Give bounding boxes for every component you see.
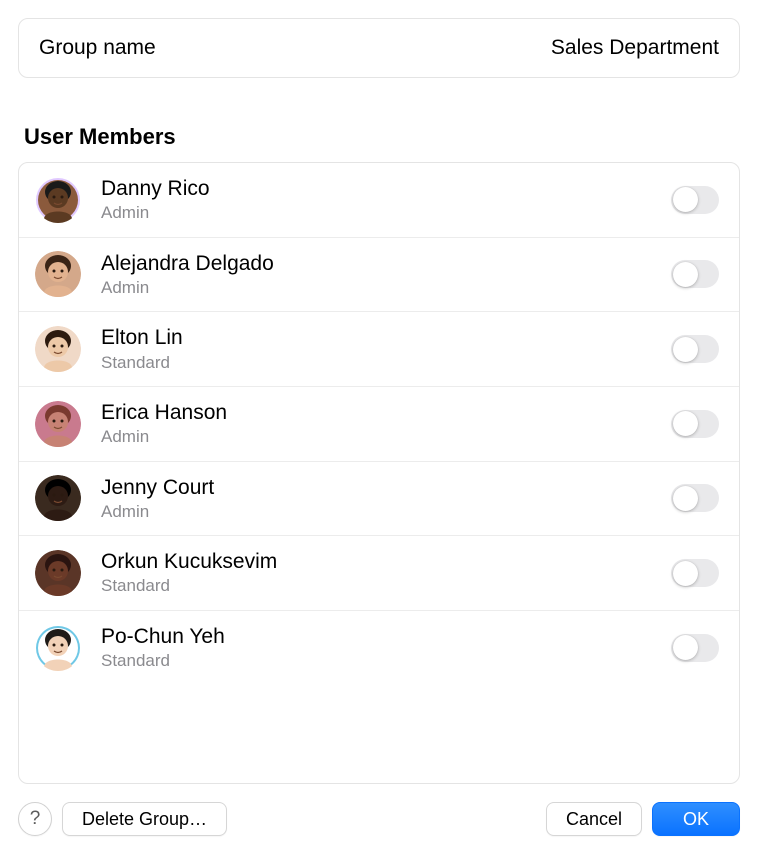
- group-name-value: Sales Department: [551, 36, 719, 60]
- member-info: Alejandra DelgadoAdmin: [101, 251, 671, 299]
- user-members-list: Danny RicoAdmin Alejandra DelgadoAdmin E…: [18, 162, 740, 784]
- member-toggle[interactable]: [671, 335, 719, 363]
- avatar: [35, 177, 81, 223]
- member-row: Danny RicoAdmin: [19, 163, 739, 238]
- member-row: Jenny CourtAdmin: [19, 462, 739, 537]
- member-name: Jenny Court: [101, 475, 671, 501]
- member-toggle[interactable]: [671, 634, 719, 662]
- dialog-footer: ? Delete Group… Cancel OK: [18, 784, 740, 836]
- member-role: Standard: [101, 651, 671, 671]
- member-name: Po-Chun Yeh: [101, 624, 671, 650]
- member-toggle[interactable]: [671, 410, 719, 438]
- member-info: Erica HansonAdmin: [101, 400, 671, 448]
- member-role: Admin: [101, 427, 671, 447]
- member-row: Orkun KucuksevimStandard: [19, 536, 739, 611]
- member-name: Orkun Kucuksevim: [101, 549, 671, 575]
- member-row: Erica HansonAdmin: [19, 387, 739, 462]
- avatar: [35, 326, 81, 372]
- member-toggle[interactable]: [671, 484, 719, 512]
- avatar: [35, 251, 81, 297]
- member-name: Erica Hanson: [101, 400, 671, 426]
- member-row: Po-Chun YehStandard: [19, 611, 739, 678]
- avatar: [35, 401, 81, 447]
- help-button[interactable]: ?: [18, 802, 52, 836]
- member-name: Elton Lin: [101, 325, 671, 351]
- member-toggle[interactable]: [671, 186, 719, 214]
- member-info: Elton LinStandard: [101, 325, 671, 373]
- member-role: Admin: [101, 278, 671, 298]
- member-info: Danny RicoAdmin: [101, 176, 671, 224]
- avatar: [35, 625, 81, 671]
- group-name-label: Group name: [39, 36, 156, 60]
- delete-group-button[interactable]: Delete Group…: [62, 802, 227, 836]
- avatar: [35, 475, 81, 521]
- member-info: Orkun KucuksevimStandard: [101, 549, 671, 597]
- member-role: Standard: [101, 353, 671, 373]
- ok-button[interactable]: OK: [652, 802, 740, 836]
- member-info: Po-Chun YehStandard: [101, 624, 671, 672]
- member-toggle[interactable]: [671, 559, 719, 587]
- avatar: [35, 550, 81, 596]
- member-role: Admin: [101, 203, 671, 223]
- member-name: Alejandra Delgado: [101, 251, 671, 277]
- cancel-button[interactable]: Cancel: [546, 802, 642, 836]
- member-name: Danny Rico: [101, 176, 671, 202]
- member-role: Standard: [101, 576, 671, 596]
- member-role: Admin: [101, 502, 671, 522]
- member-row: Elton LinStandard: [19, 312, 739, 387]
- member-info: Jenny CourtAdmin: [101, 475, 671, 523]
- member-toggle[interactable]: [671, 260, 719, 288]
- member-row: Alejandra DelgadoAdmin: [19, 238, 739, 313]
- user-members-heading: User Members: [24, 124, 740, 150]
- group-name-field[interactable]: Group name Sales Department: [18, 18, 740, 78]
